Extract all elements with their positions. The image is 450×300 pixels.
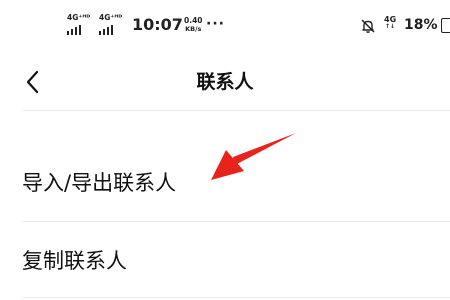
menu-item-copy-contacts[interactable]: 复制联系人 [22, 228, 450, 290]
net-speed: 0.40 KB/s [184, 16, 203, 34]
signal-1-label: 4G⁺ᴴᴰ [67, 13, 91, 22]
bell-muted-icon [361, 19, 375, 33]
menu-item-import-export[interactable]: 导入/导出联系人 [22, 153, 450, 215]
net-speed-unit: KB/s [185, 25, 202, 33]
status-time: 10:07 [132, 15, 183, 34]
battery-icon [441, 18, 450, 33]
divider [22, 297, 450, 298]
more-notifications-icon: ··· [206, 16, 225, 32]
network-arrows: ↑↓ [385, 23, 396, 30]
divider [22, 110, 450, 111]
top-nav-bar: 联系人 [0, 55, 450, 110]
net-speed-value: 0.40 [184, 16, 203, 25]
menu-item-label: 复制联系人 [22, 249, 127, 273]
page-title: 联系人 [196, 71, 254, 93]
signal-2-label: 4G⁺ᴴᴰ [99, 13, 123, 22]
menu-item-label: 导入/导出联系人 [22, 171, 177, 195]
divider [22, 221, 450, 222]
battery-percent: 18% [404, 17, 438, 33]
network-indicator: 4G ↑↓ [384, 16, 396, 30]
status-bar: 4G⁺ᴴᴰ 4G⁺ᴴᴰ 10:07 0.40 KB/s ··· 4G ↑↓ 18% [0, 0, 450, 55]
